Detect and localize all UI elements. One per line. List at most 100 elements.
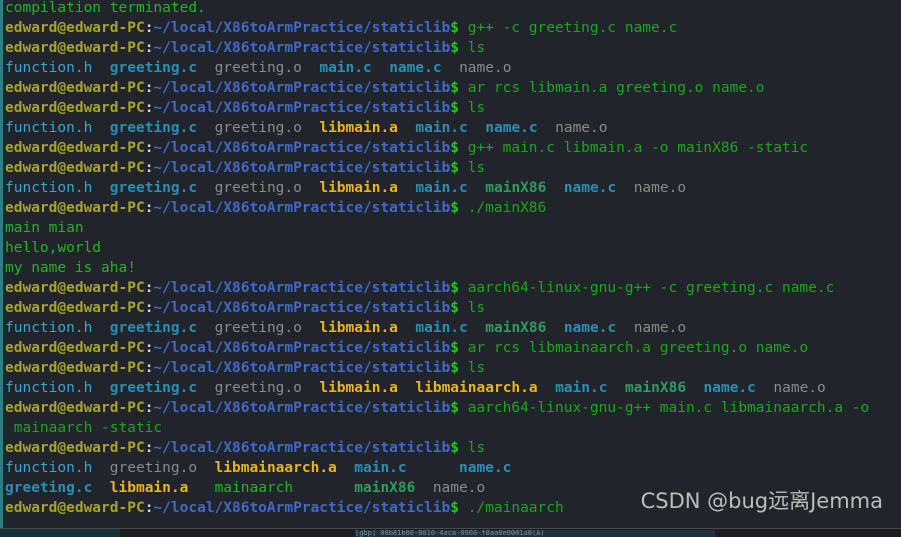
ls-entry: function.h	[5, 380, 93, 396]
terminal-line-ls-out-5: function.h greeting.c greeting.o libmain…	[3, 378, 901, 398]
prompt-dollar: $	[450, 340, 459, 356]
terminal-line-ls-out-2: function.h greeting.c greeting.o libmain…	[3, 118, 901, 138]
prompt-dollar: $	[450, 300, 459, 316]
taskbar-start-region[interactable]	[0, 529, 120, 537]
terminal-line-cmd-gpp-link-x86: edward@edward-PC:~/local/X86toArmPractic…	[3, 138, 901, 158]
ls-entry: name.c	[389, 60, 442, 76]
ls-entry: name.o	[773, 380, 826, 396]
ls-entry: mainX86	[354, 480, 416, 496]
prompt-dollar: $	[450, 500, 459, 516]
ls-entry: name.o	[633, 180, 687, 196]
terminal-line-cmd-ls-3: edward@edward-PC:~/local/X86toArmPractic…	[3, 158, 901, 178]
ls-entry: mainX86	[485, 320, 547, 336]
terminal-line-out-main-mian: main mian	[3, 218, 901, 238]
terminal-command: ./mainX86	[458, 200, 547, 216]
ls-entry: libmain.a	[319, 120, 398, 136]
prompt-user: edward@edward-PC	[5, 40, 145, 56]
prompt-path: ~/local/X86toArmPractice/staticlib	[153, 160, 451, 176]
terminal-line-cmd-ls-4: edward@edward-PC:~/local/X86toArmPractic…	[3, 298, 901, 318]
prompt-dollar: $	[450, 140, 459, 156]
prompt-user: edward@edward-PC	[5, 140, 145, 156]
prompt-path: ~/local/X86toArmPractice/staticlib	[153, 300, 451, 316]
ls-entry: greeting.o	[214, 120, 302, 136]
ls-entry: libmain.a	[109, 480, 189, 496]
ls-entry: function.h	[5, 460, 93, 476]
prompt-user: edward@edward-PC	[5, 440, 145, 456]
ls-entry: libmain.a	[319, 380, 398, 396]
prompt-path: ~/local/X86toArmPractice/staticlib	[153, 40, 451, 56]
ls-entry: name.c	[703, 380, 756, 396]
prompt-path: ~/local/X86toArmPractice/staticlib	[153, 280, 451, 296]
ls-entry: main.c	[319, 60, 372, 76]
terminal-command: ./mainaarch	[458, 500, 564, 516]
terminal-line-cmd-aarch64-link: edward@edward-PC:~/local/X86toArmPractic…	[3, 398, 901, 418]
ls-entry: name.o	[459, 60, 512, 76]
terminal-command: ls	[458, 40, 486, 56]
ls-entry: function.h	[5, 320, 93, 336]
prompt-user: edward@edward-PC	[5, 80, 145, 96]
ls-entry: name.o	[555, 120, 608, 136]
terminal-line-ls-out-6-row1: function.h greeting.o libmainaarch.a mai…	[3, 458, 901, 478]
prompt-user: edward@edward-PC	[5, 20, 145, 36]
ls-entry: name.o	[633, 320, 687, 336]
terminal-output: my name is aha!	[5, 260, 136, 276]
terminal-line-cmd-ar-libmainaarch: edward@edward-PC:~/local/X86toArmPractic…	[3, 338, 901, 358]
prompt-user: edward@edward-PC	[5, 360, 145, 376]
prompt-user: edward@edward-PC	[5, 340, 145, 356]
ls-entry: greeting.c	[109, 120, 198, 136]
prompt-user: edward@edward-PC	[5, 500, 145, 516]
ls-entry: greeting.o	[214, 60, 302, 76]
terminal-command: ls	[458, 360, 486, 376]
terminal-line-cmd-ar-libmain: edward@edward-PC:~/local/X86toArmPractic…	[3, 78, 901, 98]
prompt-path: ~/local/X86toArmPractice/staticlib	[153, 100, 451, 116]
terminal-command: ls	[458, 300, 486, 316]
prompt-dollar: $	[450, 400, 459, 416]
screen: ^^^^^^^^^^compilation terminated.edward@…	[0, 0, 901, 537]
terminal-line-cmd-run-mainaarch: edward@edward-PC:~/local/X86toArmPractic…	[3, 498, 901, 518]
prompt-path: ~/local/X86toArmPractice/staticlib	[153, 360, 451, 376]
prompt-path: ~/local/X86toArmPractice/staticlib	[153, 80, 451, 96]
ls-entry: main.c	[415, 320, 468, 336]
terminal-line-cmd-gpp-compile: edward@edward-PC:~/local/X86toArmPractic…	[3, 18, 901, 38]
terminal-output-area[interactable]: ^^^^^^^^^^compilation terminated.edward@…	[3, 0, 901, 518]
prompt-dollar: $	[450, 100, 459, 116]
ls-entry: name.c	[485, 120, 538, 136]
ls-entry: greeting.o	[109, 460, 198, 476]
ls-entry: mainX86	[485, 180, 547, 196]
prompt-dollar: $	[450, 360, 459, 376]
terminal-output: main mian	[5, 220, 84, 236]
ls-entry: main.c	[555, 380, 608, 396]
prompt-dollar: $	[450, 160, 459, 176]
ls-entry: name.c	[563, 320, 617, 336]
prompt-user: edward@edward-PC	[5, 100, 145, 116]
terminal-command: aarch64-linux-gnu-g++ main.c libmainaarc…	[458, 400, 870, 416]
taskbar-window-item[interactable]: [gbp] 00b81b00-0010-4aca-0000-f0aa0e0001…	[355, 530, 715, 537]
prompt-user: edward@edward-PC	[5, 300, 145, 316]
terminal-command: aarch64-linux-gnu-g++ -c greeting.c name…	[458, 280, 835, 296]
prompt-path: ~/local/X86toArmPractice/staticlib	[153, 500, 451, 516]
terminal-command-wrap: mainaarch -static	[5, 420, 163, 436]
ls-entry: greeting.o	[214, 320, 302, 336]
terminal-line-cmd-ls-1: edward@edward-PC:~/local/X86toArmPractic…	[3, 38, 901, 58]
ls-entry: function.h	[5, 60, 93, 76]
prompt-dollar: $	[450, 440, 459, 456]
ls-entry: name.c	[459, 460, 512, 476]
terminal-command: ar rcs libmain.a greeting.o name.o	[458, 80, 765, 96]
ls-entry: main.c	[415, 180, 468, 196]
terminal-window[interactable]: ^^^^^^^^^^compilation terminated.edward@…	[0, 0, 901, 529]
terminal-line-cmd-aarch64-compile: edward@edward-PC:~/local/X86toArmPractic…	[3, 278, 901, 298]
terminal-line-compilation-terminated: compilation terminated.	[3, 0, 901, 18]
prompt-path: ~/local/X86toArmPractice/staticlib	[153, 200, 451, 216]
ls-entry: libmainaarch.a	[415, 380, 538, 396]
prompt-dollar: $	[450, 80, 459, 96]
terminal-line-cmd-run-mainx86: edward@edward-PC:~/local/X86toArmPractic…	[3, 198, 901, 218]
ls-entry: greeting.o	[214, 380, 302, 396]
ls-entry: libmain.a	[319, 320, 398, 336]
terminal-line-out-hello-world: hello,world	[3, 238, 901, 258]
terminal-line-cmd-aarch64-link-wrap: mainaarch -static	[3, 418, 901, 438]
terminal-output: compilation terminated.	[5, 0, 206, 16]
prompt-user: edward@edward-PC	[5, 400, 145, 416]
ls-entry: mainaarch	[214, 480, 294, 496]
terminal-line-ls-out-3: function.h greeting.c greeting.o libmain…	[3, 178, 901, 198]
desktop-taskbar[interactable]: [gbp] 00b81b00-0010-4aca-0000-f0aa0e0001…	[0, 528, 901, 537]
